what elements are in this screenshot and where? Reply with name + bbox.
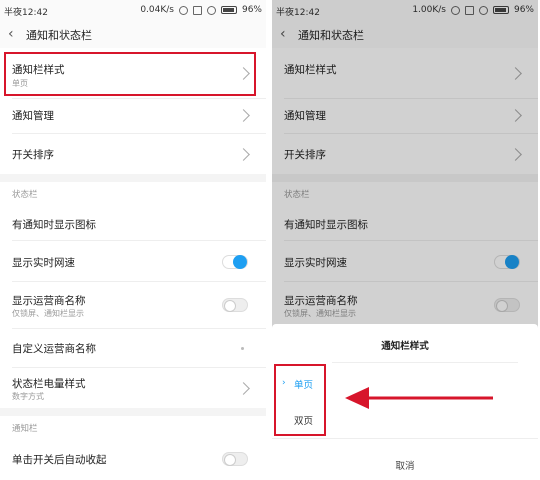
wifi-icon <box>206 5 216 15</box>
status-time: 半夜12:42 <box>4 8 48 18</box>
toggle-knob <box>224 454 236 466</box>
section-statusbar: 状态栏 <box>0 182 266 208</box>
settings-row-notification-manage[interactable]: 通知管理 <box>0 99 266 133</box>
carrier-name-toggle[interactable] <box>222 298 248 312</box>
row-label: 显示实时网速 <box>12 257 75 269</box>
settings-row-switch-order[interactable]: 开关排序 <box>0 134 266 174</box>
page-title: 通知和状态栏 <box>26 29 92 42</box>
left-phone-screen: 半夜12:42 0.04K/s 96% ‹ 通知和状态栏 通知栏样式 单页 通知… <box>0 0 266 480</box>
highlight-box <box>4 52 256 96</box>
settings-row-auto-collapse[interactable]: 单击开关后自动收起 <box>0 440 266 480</box>
realtime-speed-toggle[interactable] <box>222 255 248 269</box>
network-speed: 0.04K/s <box>140 5 174 15</box>
settings-row-realtime-speed[interactable]: 显示实时网速 <box>0 241 266 281</box>
battery-icon <box>220 6 237 14</box>
settings-row-custom-carrier[interactable]: 自定义运营商名称 <box>0 329 266 367</box>
row-label: 自定义运营商名称 <box>12 343 96 355</box>
section-notificationbar: 通知栏 <box>0 416 266 440</box>
section-gap <box>0 408 266 416</box>
auto-collapse-toggle[interactable] <box>222 452 248 466</box>
row-label: 显示运营商名称 <box>12 295 86 307</box>
battery-percent: 96% <box>241 5 262 15</box>
divider <box>332 362 518 363</box>
section-header: 状态栏 <box>12 190 38 200</box>
row-sublabel: 仅锁屏、通知栏显示 <box>12 309 84 318</box>
title-bar: ‹ 通知和状态栏 <box>0 20 266 48</box>
back-icon[interactable]: ‹ <box>8 26 22 42</box>
red-arrow-icon <box>345 387 493 409</box>
alarm-icon <box>178 5 188 15</box>
row-label: 单击开关后自动收起 <box>12 454 107 466</box>
highlight-box <box>274 364 326 436</box>
chevron-right-icon <box>237 148 250 161</box>
chevron-right-icon <box>237 382 250 395</box>
status-bar: 半夜12:42 0.04K/s 96% <box>0 0 266 20</box>
sheet-title: 通知栏样式 <box>381 341 429 352</box>
row-sublabel: 数字方式 <box>12 392 44 401</box>
dot-indicator <box>241 347 244 350</box>
toggle-knob <box>233 255 247 269</box>
section-gap <box>0 174 266 182</box>
sim-icon <box>192 5 202 15</box>
row-label: 有通知时显示图标 <box>12 219 96 231</box>
section-header: 通知栏 <box>12 424 38 434</box>
settings-row-battery-style[interactable]: 状态栏电量样式 数字方式 <box>0 368 266 408</box>
divider <box>272 438 538 439</box>
row-label: 开关排序 <box>12 149 54 161</box>
row-label: 通知管理 <box>12 110 54 122</box>
row-label: 状态栏电量样式 <box>12 378 86 390</box>
settings-row-show-icon[interactable]: 有通知时显示图标 <box>0 208 266 240</box>
toggle-knob <box>224 300 236 312</box>
chevron-right-icon <box>237 109 250 122</box>
cancel-button[interactable]: 取消 <box>272 458 538 472</box>
settings-row-carrier-name[interactable]: 显示运营商名称 仅锁屏、通知栏显示 <box>0 282 266 328</box>
